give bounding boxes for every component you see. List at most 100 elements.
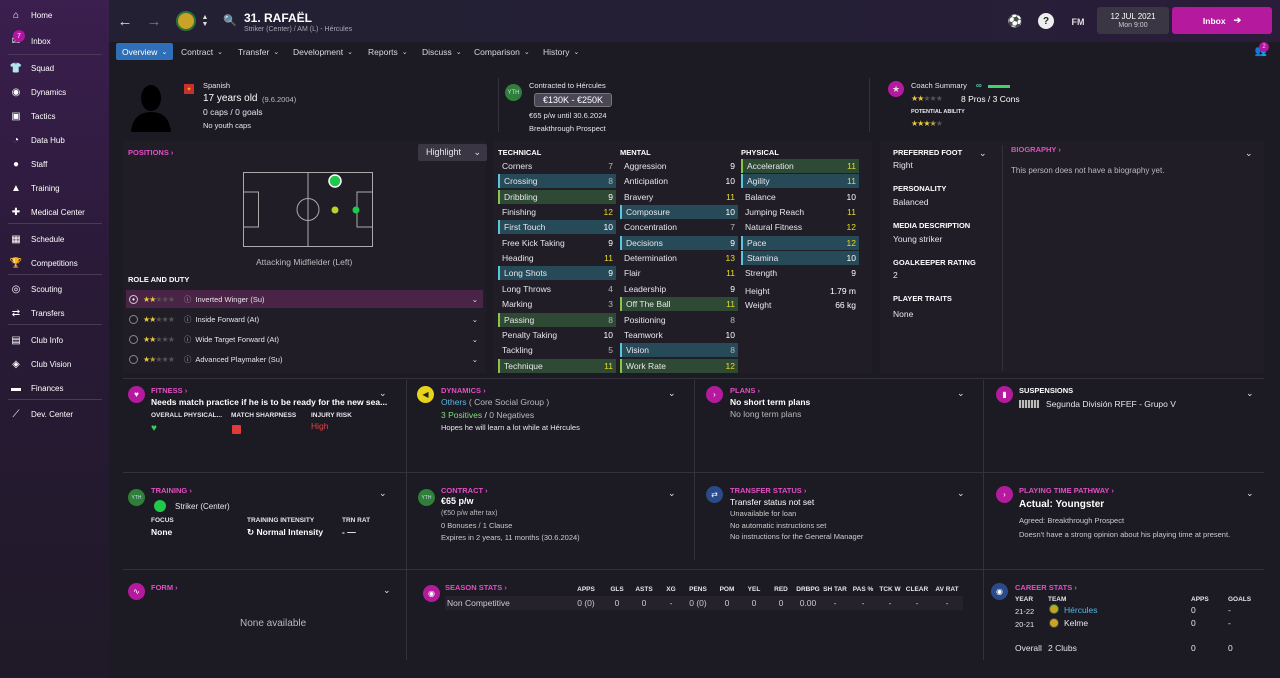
attribute-row[interactable]: Teamwork 10 [620, 328, 738, 342]
attribute-row[interactable]: Leadership 9 [620, 282, 738, 296]
role-row[interactable]: ★★★★★ ⓘ Inside Forward (At) ⌄ [126, 310, 483, 328]
sidebar-item-data-hub[interactable]: ◔ Data Hub [0, 130, 109, 150]
player-switch-icon[interactable]: ▲ ▼ [200, 11, 210, 31]
sidebar-item-scouting[interactable]: ◎ Scouting [0, 279, 109, 299]
chevron-down-icon[interactable]: ⌄ [668, 388, 676, 399]
tab-transfer[interactable]: Transfer ⌄ [232, 43, 285, 60]
training-title[interactable]: Training › [151, 486, 192, 495]
chevron-down-icon[interactable]: ⌄ [379, 488, 387, 499]
radio-icon[interactable] [129, 314, 138, 324]
chevron-down-icon[interactable]: ⌄ [1246, 488, 1254, 499]
attribute-row[interactable]: Balance 10 [741, 190, 859, 204]
chevron-down-icon[interactable]: ⌄ [472, 315, 478, 324]
attribute-row[interactable]: Off The Ball 11 [620, 297, 738, 312]
highlight-dropdown[interactable]: Highlight ⌄ [418, 144, 487, 161]
attribute-row[interactable]: Stamina 10 [741, 251, 859, 266]
attribute-row[interactable]: Finishing 12 [498, 205, 616, 219]
biography-title[interactable]: Biography › [1011, 145, 1061, 154]
attribute-row[interactable]: Work Rate 12 [620, 358, 738, 373]
attribute-row[interactable]: Bravery 11 [620, 190, 738, 204]
sidebar-item-tactics[interactable]: ▣ Tactics [0, 106, 109, 126]
plans-title[interactable]: Plans › [730, 386, 760, 395]
attribute-row[interactable]: Composure 10 [620, 205, 738, 220]
social-group-name[interactable]: Others [441, 397, 467, 407]
season-stats-title[interactable]: Season Stats › [445, 583, 507, 592]
attribute-row[interactable]: Flair 11 [620, 266, 738, 280]
attribute-row[interactable]: Penalty Taking 10 [498, 328, 616, 342]
contract-title[interactable]: Contract › [441, 486, 488, 495]
career-stats-title[interactable]: Career Stats › [1015, 583, 1077, 592]
attribute-row[interactable]: First Touch 10 [498, 220, 616, 235]
chevron-down-icon[interactable]: ⌄ [472, 335, 478, 344]
tab-overview[interactable]: Overview ⌄ [116, 43, 174, 60]
attribute-row[interactable]: Marking 3 [498, 297, 616, 311]
sidebar-item-competitions[interactable]: 🏆 Competitions [0, 253, 109, 273]
sidebar-item-medical-center[interactable]: ✚ Medical Center [0, 202, 109, 222]
chevron-down-icon[interactable]: ⌄ [957, 488, 965, 499]
transfer-status-title[interactable]: Transfer Status › [730, 486, 806, 495]
club-crest-icon[interactable] [176, 11, 196, 31]
chevron-down-icon[interactable]: ⌄ [383, 585, 391, 596]
fitness-title[interactable]: Fitness › [151, 386, 187, 395]
career-team[interactable]: Hércules [1064, 605, 1098, 615]
sidebar-item-finances[interactable]: ▬ Finances [0, 378, 109, 398]
sidebar-item-squad[interactable]: 👕 Squad [0, 58, 109, 78]
chevron-down-icon[interactable]: ⌄ [668, 488, 676, 499]
attribute-row[interactable]: Decisions 9 [620, 235, 738, 250]
attribute-row[interactable]: Free Kick Taking 9 [498, 236, 616, 250]
chevron-down-icon[interactable]: ⌄ [1245, 148, 1253, 159]
chevron-down-icon[interactable]: ⌄ [472, 295, 478, 304]
attribute-row[interactable]: Pace 12 [741, 235, 859, 250]
back-arrow-icon[interactable]: ← [116, 12, 134, 30]
attribute-row[interactable]: Corners 7 [498, 159, 616, 173]
role-row[interactable]: ★★★★★ ⓘ Advanced Playmaker (Su) ⌄ [126, 350, 483, 368]
attribute-row[interactable]: Aggression 9 [620, 159, 738, 173]
playing-time-title[interactable]: Playing Time Pathway › [1019, 486, 1114, 495]
attribute-row[interactable]: Crossing 8 [498, 174, 616, 189]
tab-development[interactable]: Development ⌄ [287, 43, 359, 60]
sidebar-item-dev-center[interactable]: ⟋ Dev. Center [0, 404, 109, 424]
dynamics-title[interactable]: Dynamics › [441, 386, 486, 395]
role-row[interactable]: ★★★★★ ⓘ Wide Target Forward (At) ⌄ [126, 330, 483, 348]
chevron-down-icon[interactable]: ⌄ [1246, 388, 1254, 399]
sidebar-item-staff[interactable]: ● Staff [0, 154, 109, 174]
sidebar-item-transfers[interactable]: ⇄ Transfers [0, 303, 109, 323]
chevron-down-icon[interactable]: ⌄ [472, 355, 478, 364]
attribute-row[interactable]: Concentration 7 [620, 220, 738, 234]
sidebar-item-dynamics[interactable]: ◉ Dynamics [0, 82, 109, 102]
attribute-row[interactable]: Tackling 5 [498, 343, 616, 357]
attribute-row[interactable]: Technique 11 [498, 358, 616, 373]
radio-selected-icon[interactable]: • [129, 294, 138, 304]
role-row[interactable]: • ★★★★★ ⓘ Inverted Winger (Su) ⌄ [126, 290, 483, 308]
date-box[interactable]: 12 JUL 2021 Mon 9:00 [1097, 7, 1169, 34]
tab-history[interactable]: History ⌄ [537, 43, 585, 60]
tab-discuss[interactable]: Discuss ⌄ [416, 43, 468, 60]
attribute-row[interactable]: Acceleration 11 [741, 159, 859, 173]
search-icon[interactable]: 🔍 [223, 13, 237, 27]
chevron-down-icon[interactable]: ⌄ [957, 388, 965, 399]
chevron-down-icon[interactable]: ⌄ [979, 148, 987, 159]
player-value[interactable]: €130K - €250K [534, 93, 612, 107]
attribute-row[interactable]: Determination 13 [620, 251, 738, 265]
sidebar-item-training[interactable]: ▲ Training [0, 178, 109, 198]
attribute-row[interactable]: Agility 11 [741, 174, 859, 189]
tab-reports[interactable]: Reports ⌄ [362, 43, 414, 60]
attribute-row[interactable]: Long Throws 4 [498, 282, 616, 296]
forward-arrow-icon[interactable]: → [145, 12, 163, 30]
help-icon[interactable]: ? [1038, 13, 1054, 29]
fm-menu-button[interactable]: FM [1068, 14, 1088, 30]
radio-icon[interactable] [129, 354, 138, 364]
positions-title[interactable]: Positions › [128, 148, 173, 157]
inbox-continue-button[interactable]: Inbox ➔ [1172, 7, 1272, 34]
sidebar-item-club-vision[interactable]: ◈ Club Vision [0, 354, 109, 374]
attribute-row[interactable]: Strength 9 [741, 266, 859, 280]
attribute-row[interactable]: Anticipation 10 [620, 174, 738, 188]
attribute-row[interactable]: Vision 8 [620, 343, 738, 358]
tab-comparison[interactable]: Comparison ⌄ [468, 43, 536, 60]
attribute-row[interactable]: Long Shots 9 [498, 266, 616, 281]
attribute-row[interactable]: Dribbling 9 [498, 189, 616, 204]
form-title[interactable]: Form › [151, 583, 178, 592]
attribute-row[interactable]: Natural Fitness 12 [741, 220, 859, 234]
attribute-row[interactable]: Passing 8 [498, 312, 616, 327]
ball-icon[interactable]: ⚽ [1007, 13, 1023, 29]
